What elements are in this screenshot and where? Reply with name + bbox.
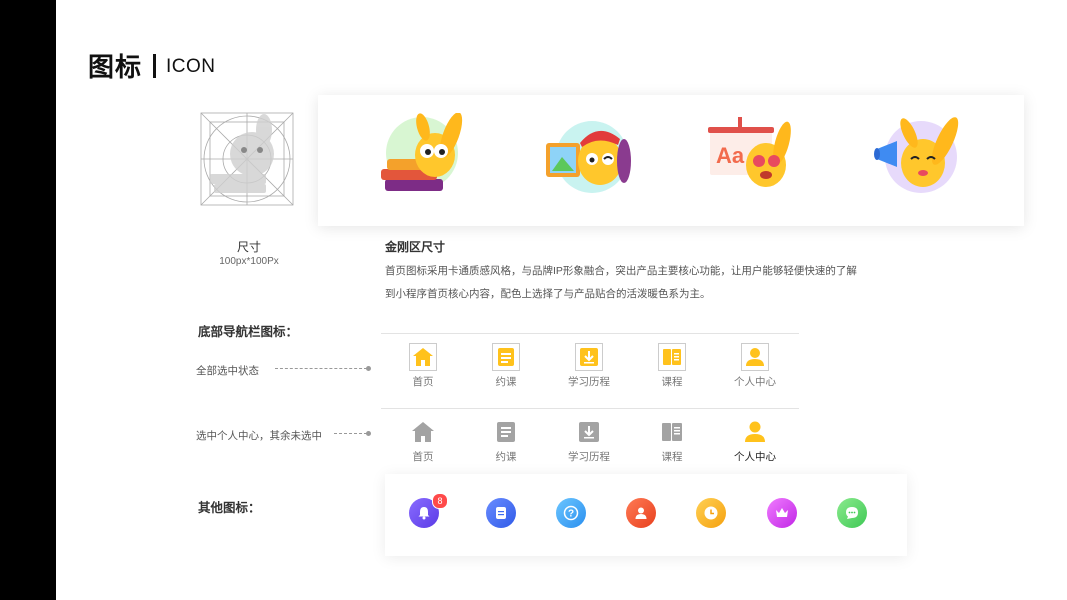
title-english: ICON <box>166 56 216 77</box>
nav-item-profile-active[interactable]: 个人中心 <box>713 418 797 464</box>
title-divider <box>153 53 157 78</box>
size-value: 100px*100Px <box>219 256 279 267</box>
nav-label-history: 学习历程 <box>568 376 610 388</box>
nav-label-home: 首页 <box>412 451 434 463</box>
help-button[interactable]: ? <box>556 498 586 528</box>
nav-item-profile[interactable]: 个人中心 <box>713 343 797 389</box>
document-icon <box>496 507 506 519</box>
nav-label-profile: 个人中心 <box>734 451 776 463</box>
row-all-selected-label: 全部选中状态 <box>196 365 259 377</box>
book-icon <box>662 423 682 441</box>
nav-item-history-inactive[interactable]: 学习历程 <box>547 418 631 464</box>
document-button[interactable] <box>486 498 516 528</box>
title-chinese: 图标 <box>88 52 143 82</box>
chat-icon <box>846 507 858 519</box>
svg-text:?: ? <box>568 509 574 520</box>
nav-item-course-inactive[interactable]: 课程 <box>630 418 714 464</box>
row2-connector-dot <box>366 431 371 436</box>
person-icon <box>635 507 647 519</box>
download-icon <box>575 343 603 371</box>
notification-button[interactable]: 8 <box>409 493 448 528</box>
download-icon <box>579 422 599 442</box>
home-icon <box>412 422 434 442</box>
size-grid-icon <box>200 112 294 206</box>
nav-item-course[interactable]: 课程 <box>630 343 714 389</box>
nav-item-home[interactable]: 首页 <box>381 343 465 389</box>
user-icon <box>741 343 769 371</box>
books-mascot-icon <box>381 113 463 191</box>
clock-icon <box>704 506 718 520</box>
nav-label-booking: 约课 <box>495 451 517 463</box>
description-line-2: 到小程序首页核心内容，配色上选择了与产品贴合的活泼暖色系为主。 <box>385 288 711 300</box>
nav-label-home: 首页 <box>412 376 434 388</box>
nav-row-all-active: 首页 约课 学习历程 课程 个人中心 <box>381 343 799 399</box>
nav-label-profile: 个人中心 <box>734 376 776 388</box>
row-user-selected-label: 选中个人中心，其余未选中 <box>196 430 322 442</box>
description-line-1: 首页图标采用卡通质感风格，与品牌IP形象融合，突出产品主要核心功能，让用户能够轻… <box>385 265 857 277</box>
booking-icon <box>497 422 515 442</box>
language-mascot-icon: Aa <box>708 117 791 187</box>
nav-item-home-inactive[interactable]: 首页 <box>381 418 465 464</box>
page-title: 图标 ICON <box>88 47 216 84</box>
jingang-icons-card: Aa <box>318 95 1024 226</box>
left-black-bar <box>0 0 56 600</box>
row1-connector-dot <box>366 366 371 371</box>
jingang-title: 金刚区尺寸 <box>385 240 446 254</box>
nav-label-history: 学习历程 <box>568 451 610 463</box>
chat-button[interactable] <box>837 498 867 528</box>
crown-button[interactable] <box>767 498 797 528</box>
bottom-nav-section-title: 底部导航栏图标： <box>198 325 299 339</box>
megaphone-mascot-icon <box>874 117 959 193</box>
other-icons-section-title: 其他图标： <box>198 501 261 515</box>
book-icon <box>658 343 686 371</box>
nav-label-booking: 约课 <box>495 376 517 388</box>
crown-icon <box>776 508 788 517</box>
user-icon <box>745 421 765 442</box>
nav-label-course: 课程 <box>661 376 683 388</box>
clock-button[interactable] <box>696 498 726 528</box>
other-icons-card: 8 ? <box>385 474 907 556</box>
row1-connector <box>275 368 367 369</box>
size-label: 尺寸 <box>236 240 261 254</box>
painting-mascot-icon <box>546 121 631 193</box>
booking-icon <box>492 343 520 371</box>
nav-item-history[interactable]: 学习历程 <box>547 343 631 389</box>
nav-row-profile-active: 首页 约课 学习历程 课程 个人中心 <box>381 418 799 474</box>
help-icon: ? <box>563 505 579 521</box>
nav-item-booking-inactive[interactable]: 约课 <box>464 418 548 464</box>
svg-text:Aa: Aa <box>716 143 745 168</box>
nav-item-booking[interactable]: 约课 <box>464 343 548 389</box>
row2-connector <box>334 433 367 434</box>
nav-divider-middle <box>381 408 799 409</box>
notification-badge: 8 <box>432 493 448 509</box>
jingang-description: 首页图标采用卡通质感风格，与品牌IP形象融合，突出产品主要核心功能，让用户能够轻… <box>385 260 905 306</box>
nav-divider-top <box>381 333 799 334</box>
home-icon <box>409 343 437 371</box>
bell-icon <box>418 507 430 520</box>
nav-label-course: 课程 <box>661 451 683 463</box>
person-button[interactable] <box>626 498 656 528</box>
